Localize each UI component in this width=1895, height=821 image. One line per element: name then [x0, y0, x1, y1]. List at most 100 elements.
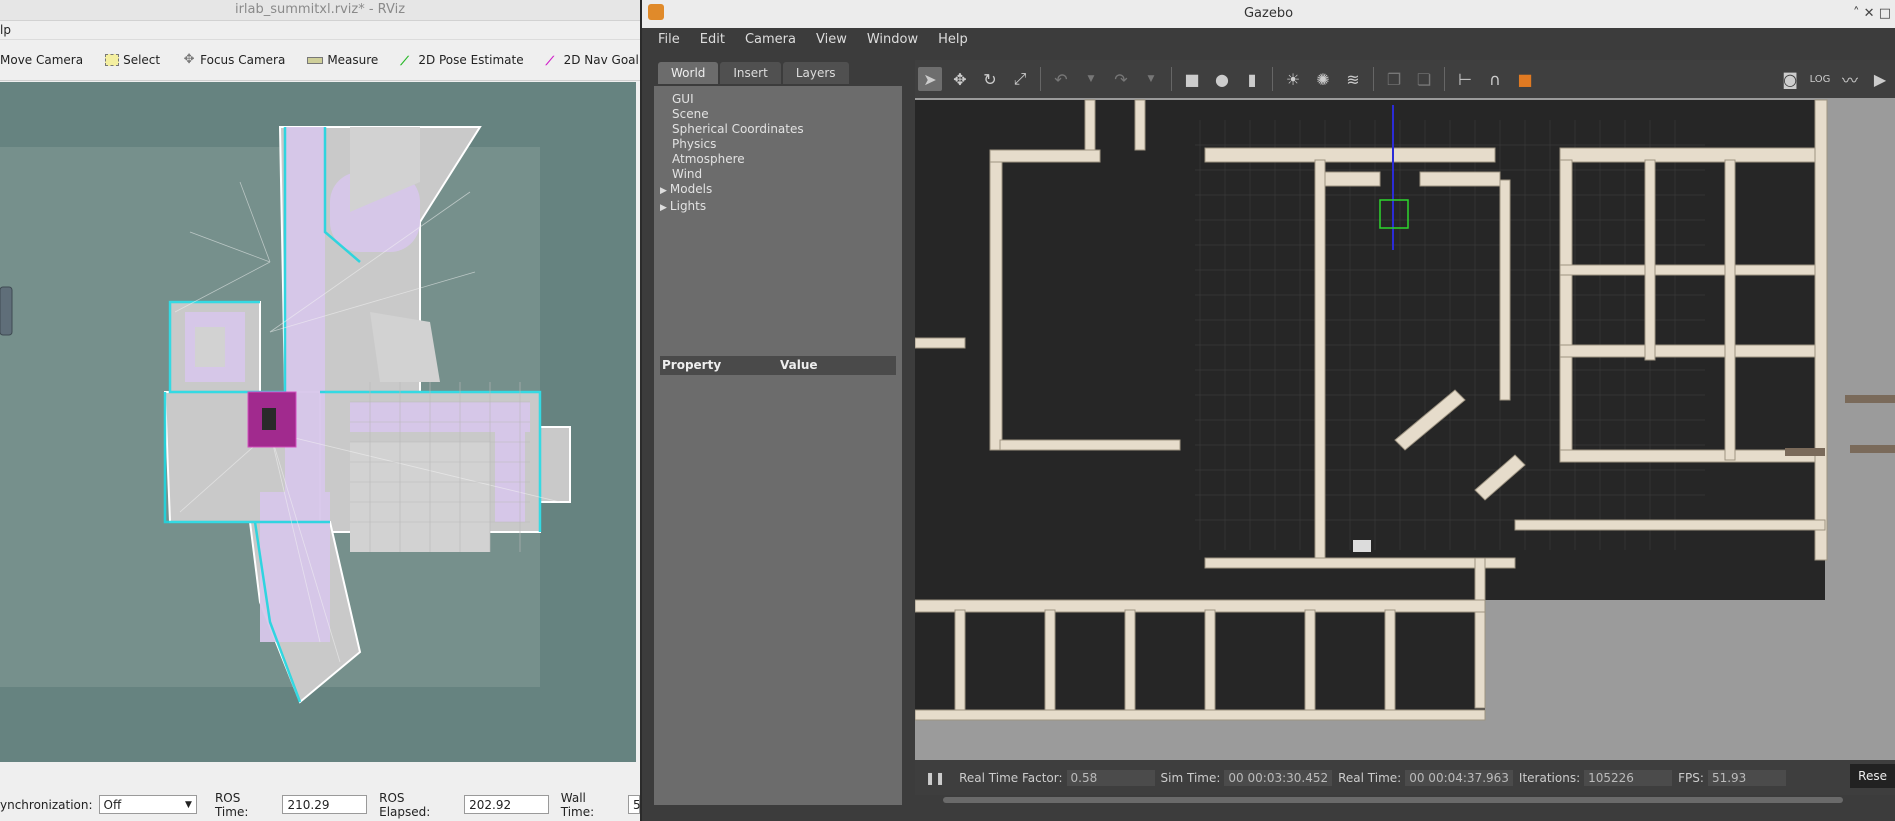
- panel-tabs: World Insert Layers: [658, 62, 902, 84]
- rtf-label: Real Time Factor:: [959, 770, 1063, 785]
- sim-time-label: Sim Time:: [1160, 770, 1221, 785]
- scale-mode-icon[interactable]: ⤢: [1008, 67, 1032, 91]
- real-time-value: 00 00:04:37.963: [1405, 769, 1513, 786]
- sphere-shape-icon[interactable]: ●: [1210, 67, 1234, 91]
- toolbar-separator: [1040, 67, 1041, 91]
- value-column-header: Value: [780, 358, 818, 372]
- point-light-icon[interactable]: ☀: [1281, 67, 1305, 91]
- tree-item-spherical-coordinates[interactable]: Spherical Coordinates: [672, 122, 902, 137]
- nav-goal-label: 2D Nav Goal: [563, 53, 639, 67]
- rviz-toolbar: Move Camera Select ✥ Focus Camera Measur…: [0, 40, 640, 81]
- occupancy-map: [0, 82, 636, 762]
- real-time-label: Real Time:: [1338, 770, 1402, 785]
- ros-elapsed-field[interactable]: 202.92: [464, 795, 549, 814]
- move-camera-tool[interactable]: Move Camera: [0, 53, 83, 67]
- select-label: Select: [123, 53, 161, 67]
- translate-mode-icon[interactable]: ✥: [948, 67, 972, 91]
- tree-item-atmosphere[interactable]: Atmosphere: [672, 152, 902, 167]
- cylinder-shape-icon[interactable]: ▮: [1240, 67, 1264, 91]
- rtf-value: 0.58: [1066, 769, 1155, 786]
- sync-select[interactable]: Off ▼: [98, 795, 197, 814]
- box-shape-icon[interactable]: ■: [1180, 67, 1204, 91]
- property-column-header: Property: [662, 358, 722, 372]
- measure-label: Measure: [327, 53, 379, 67]
- view-angle-icon[interactable]: ■: [1513, 67, 1537, 91]
- select-mode-icon[interactable]: ➤: [918, 67, 942, 91]
- directional-light-icon[interactable]: ≋: [1341, 67, 1365, 91]
- toolbar-separator: [1272, 67, 1273, 91]
- window-controls[interactable]: ˄ ✕ □: [1853, 0, 1891, 28]
- menu-edit[interactable]: Edit: [700, 28, 725, 52]
- select-icon: [105, 54, 120, 66]
- video-record-icon[interactable]: ▶: [1868, 67, 1892, 91]
- property-header: Property Value: [660, 356, 896, 375]
- rviz-window: irlab_summitxl.rviz* - RViz lp Move Came…: [0, 0, 640, 821]
- chevron-down-icon: ▼: [185, 800, 192, 810]
- tab-layers[interactable]: Layers: [782, 62, 849, 84]
- snap-icon[interactable]: ∩: [1483, 67, 1507, 91]
- reset-time-button[interactable]: Rese: [1850, 764, 1895, 788]
- plot-icon[interactable]: 〰: [1838, 67, 1862, 91]
- scrollbar-thumb[interactable]: [943, 797, 1843, 803]
- copy-icon[interactable]: ❐: [1382, 67, 1406, 91]
- wall-time-label: Wall Time:: [560, 790, 595, 819]
- redo-history-icon[interactable]: ▼: [1139, 67, 1163, 91]
- menu-file[interactable]: File: [658, 28, 680, 52]
- log-icon[interactable]: LOG: [1808, 67, 1832, 91]
- screenshot-icon[interactable]: ◙: [1778, 67, 1802, 91]
- focus-camera-tool[interactable]: ✥ Focus Camera: [182, 52, 286, 67]
- rviz-title: irlab_summitxl.rviz* - RViz: [0, 0, 640, 21]
- move-camera-label: Move Camera: [0, 53, 84, 67]
- fps-label: FPS:: [1678, 770, 1704, 785]
- select-tool[interactable]: Select: [105, 53, 160, 67]
- ros-elapsed-label: ROS Elapsed:: [379, 790, 431, 819]
- tree-item-wind[interactable]: Wind: [672, 167, 902, 182]
- scene-toolbar: ➤ ✥ ↻ ⤢ ↶ ▼ ↷ ▼ ■ ● ▮ ☀ ✺ ≋ ❐ ❏ ⊢ ∩ ■ ◙ …: [915, 60, 1895, 98]
- world-tree-panel: GUI Scene Spherical Coordinates Physics …: [654, 86, 902, 805]
- undo-history-icon[interactable]: ▼: [1079, 67, 1103, 91]
- focus-camera-label: Focus Camera: [200, 53, 286, 67]
- undo-icon[interactable]: ↶: [1049, 67, 1073, 91]
- tree-item-scene[interactable]: Scene: [672, 107, 902, 122]
- magenta-arrow-icon: ⟋: [545, 54, 555, 68]
- tree-item-gui[interactable]: GUI: [672, 92, 902, 107]
- toolbar-separator: [1171, 67, 1172, 91]
- measure-tool[interactable]: Measure: [307, 53, 378, 67]
- iterations-value: 105226: [1584, 769, 1673, 786]
- nav-goal-tool[interactable]: ⟋ 2D Nav Goal: [545, 53, 639, 68]
- spot-light-icon[interactable]: ✺: [1311, 67, 1335, 91]
- wall-time-field[interactable]: 5: [628, 795, 640, 814]
- pause-icon[interactable]: ❚❚: [925, 771, 945, 785]
- rotate-mode-icon[interactable]: ↻: [978, 67, 1002, 91]
- tab-insert[interactable]: Insert: [720, 62, 781, 84]
- align-icon[interactable]: ⊢: [1453, 67, 1477, 91]
- gazebo-menubar: File Edit Camera View Window Help: [642, 28, 1895, 52]
- tree-item-physics[interactable]: Physics: [672, 137, 902, 152]
- gazebo-3d-scene[interactable]: [915, 60, 1895, 760]
- green-arrow-icon: ⟋: [400, 54, 409, 68]
- tab-world[interactable]: World: [658, 62, 719, 84]
- rviz-menu-help[interactable]: lp: [0, 23, 11, 37]
- ros-time-field[interactable]: 210.29: [282, 795, 368, 814]
- world-panel: World Insert Layers GUI Scene Spherical …: [654, 62, 902, 805]
- rviz-status-bar: ynchronization: Off ▼ ROS Time: 210.29 R…: [0, 788, 640, 821]
- focus-camera-icon: ✥: [183, 52, 195, 67]
- redo-icon[interactable]: ↷: [1109, 67, 1133, 91]
- menu-camera[interactable]: Camera: [745, 28, 796, 52]
- iterations-label: Iterations:: [1518, 770, 1581, 785]
- rviz-menubar: lp: [0, 21, 640, 40]
- tree-item-lights[interactable]: Lights: [670, 199, 902, 216]
- gazebo-window: Gazebo ˄ ✕ □ File Edit Camera View Windo…: [642, 0, 1895, 821]
- sync-value: Off: [103, 798, 122, 812]
- rviz-3d-view[interactable]: [0, 82, 636, 762]
- menu-window[interactable]: Window: [867, 28, 918, 52]
- horizontal-scrollbar[interactable]: [915, 795, 1895, 805]
- sync-label: ynchronization:: [0, 797, 93, 812]
- ros-time-label: ROS Time:: [214, 790, 249, 819]
- menu-help[interactable]: Help: [938, 28, 968, 52]
- scene-render: [915, 60, 1895, 760]
- menu-view[interactable]: View: [816, 28, 847, 52]
- pose-estimate-tool[interactable]: ⟋ 2D Pose Estimate: [400, 53, 523, 68]
- tree-item-models[interactable]: Models: [670, 182, 902, 199]
- paste-icon[interactable]: ❏: [1412, 67, 1436, 91]
